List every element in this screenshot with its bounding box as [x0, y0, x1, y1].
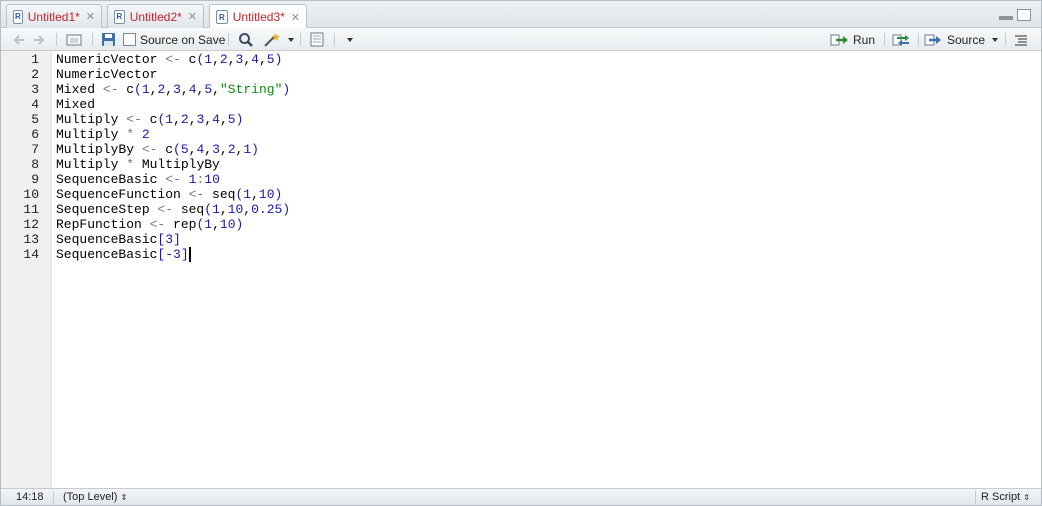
status-separator [53, 491, 54, 504]
scope-selector[interactable]: (Top Level) ⇕ [63, 491, 127, 503]
cursor-position: 14:18 [16, 491, 44, 503]
r-file-icon: R [114, 9, 125, 24]
updown-icon: ⇕ [120, 493, 128, 502]
source-on-save-checkbox[interactable]: Source on Save [123, 31, 225, 48]
minimize-icon[interactable] [999, 16, 1013, 20]
toolbar-separator [56, 33, 57, 46]
save-icon[interactable] [101, 31, 116, 48]
close-icon[interactable]: ✕ [86, 10, 95, 23]
tab-strip: R Untitled1* ✕ R Untitled2* ✕ R Untitled… [1, 1, 1041, 29]
maximize-icon[interactable] [1017, 9, 1031, 21]
code-line[interactable]: SequenceFunction <- seq(1,10) [56, 187, 282, 202]
code-tools-wand-icon[interactable] [263, 31, 283, 48]
file-type-label: R Script [981, 491, 1021, 503]
rerun-button[interactable] [892, 31, 914, 48]
line-number: 12 [23, 217, 39, 232]
close-icon[interactable]: ✕ [188, 10, 197, 23]
r-file-icon: R [13, 9, 23, 24]
code-line[interactable]: SequenceBasic <- 1:10 [56, 172, 220, 187]
code-line[interactable]: NumericVector [56, 67, 157, 82]
line-number: 4 [31, 97, 39, 112]
tab-label: Untitled2* [129, 9, 182, 24]
editor-toolbar: Source on Save Run Source [1, 28, 1041, 51]
code-line[interactable]: Mixed [56, 97, 95, 112]
code-line[interactable]: Mixed <- c(1,2,3,4,5,"String") [56, 82, 290, 97]
tab-untitled2[interactable]: R Untitled2* ✕ [107, 4, 204, 28]
file-type-selector[interactable]: R Script ⇕ [981, 491, 1030, 503]
find-replace-icon[interactable] [238, 31, 254, 48]
scope-label: (Top Level) [63, 491, 118, 503]
compile-notebook-icon[interactable] [309, 31, 325, 48]
forward-arrow-icon[interactable] [32, 31, 46, 48]
line-number: 11 [23, 202, 39, 217]
code-line[interactable]: NumericVector <- c(1,2,3,4,5) [56, 52, 282, 67]
chevron-down-icon[interactable] [288, 31, 294, 48]
code-line[interactable]: Multiply <- c(1,2,3,4,5) [56, 112, 243, 127]
code-line[interactable]: Multiply * MultiplyBy [56, 157, 220, 172]
checkbox-icon [123, 33, 136, 46]
tab-label: Untitled3* [232, 10, 285, 24]
tab-label: Untitled1* [27, 9, 80, 24]
line-number: 3 [31, 82, 39, 97]
show-in-new-window-icon[interactable] [66, 31, 84, 48]
tab-untitled3[interactable]: R Untitled3* ✕ [209, 4, 307, 29]
run-arrow-icon [830, 34, 848, 45]
source-on-save-label: Source on Save [140, 32, 226, 47]
line-number: 2 [31, 67, 39, 82]
updown-icon: ⇕ [1023, 493, 1030, 502]
code-line[interactable]: Multiply * 2 [56, 127, 150, 142]
toolbar-separator [884, 33, 885, 46]
line-number: 1 [31, 52, 39, 67]
toolbar-separator [334, 33, 335, 46]
rerun-icon [892, 34, 909, 46]
source-button[interactable]: Source [924, 31, 985, 48]
source-arrow-icon [924, 34, 941, 45]
toolbar-separator [1005, 33, 1006, 46]
chevron-down-icon[interactable] [347, 31, 353, 48]
toolbar-separator [92, 33, 93, 46]
close-icon[interactable]: ✕ [291, 11, 300, 24]
back-arrow-icon[interactable] [12, 31, 26, 48]
run-button[interactable]: Run [830, 31, 875, 48]
toolbar-separator [918, 33, 919, 46]
code-line[interactable]: SequenceBasic[3] [56, 232, 181, 247]
line-number: 6 [31, 127, 39, 142]
status-separator [975, 491, 976, 504]
tab-untitled1[interactable]: R Untitled1* ✕ [6, 4, 102, 28]
status-bar: 14:18 (Top Level) ⇕ R Script ⇕ [1, 488, 1041, 505]
line-number: 9 [31, 172, 39, 187]
code-line[interactable]: SequenceBasic[-3] [56, 247, 191, 262]
outline-icon[interactable] [1014, 31, 1028, 48]
code-line[interactable]: SequenceStep <- seq(1,10,0.25) [56, 202, 290, 217]
code-editor[interactable]: NumericVector <- c(1,2,3,4,5) NumericVect… [53, 51, 1041, 488]
run-label: Run [853, 32, 876, 47]
line-number: 5 [31, 112, 39, 127]
line-number: 10 [23, 187, 39, 202]
source-label: Source [947, 32, 986, 47]
code-line[interactable]: MultiplyBy <- c(5,4,3,2,1) [56, 142, 259, 157]
line-number-gutter: 1 2 3 4 5 6 7 8 9 10 11 12 13 14 [1, 51, 52, 488]
toolbar-separator [300, 33, 301, 46]
source-editor-pane: R Untitled1* ✕ R Untitled2* ✕ R Untitled… [0, 0, 1042, 506]
toolbar-separator [228, 33, 229, 46]
line-number: 8 [31, 157, 39, 172]
code-line[interactable]: RepFunction <- rep(1,10) [56, 217, 243, 232]
line-number: 13 [23, 232, 39, 247]
text-caret [188, 247, 191, 262]
line-number: 14 [23, 247, 39, 262]
r-file-icon: R [216, 10, 228, 24]
line-number: 7 [31, 142, 39, 157]
chevron-down-icon[interactable] [992, 31, 998, 48]
